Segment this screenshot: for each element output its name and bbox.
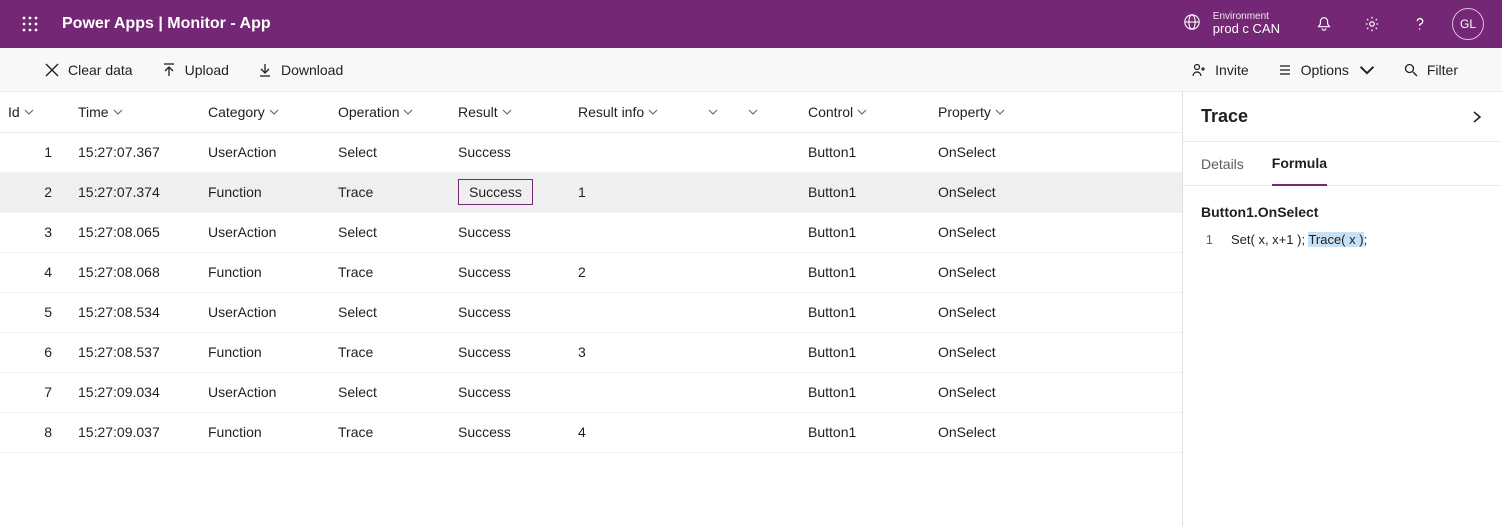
col-extra1[interactable] — [700, 92, 740, 132]
formula-code: 1 Set( x, x+1 ); Trace( x ); — [1201, 232, 1484, 247]
chevron-down-icon — [995, 107, 1005, 117]
col-id[interactable]: Id — [0, 92, 70, 132]
invite-label: Invite — [1215, 62, 1248, 78]
download-label: Download — [281, 62, 343, 78]
chevron-down-icon — [403, 107, 413, 117]
upload-button[interactable]: Upload — [147, 48, 243, 92]
tab-details[interactable]: Details — [1201, 142, 1244, 186]
options-label: Options — [1301, 62, 1349, 78]
gear-icon — [1363, 15, 1381, 33]
waffle-icon — [22, 16, 38, 32]
environment-name: prod c CAN — [1213, 22, 1280, 36]
bell-icon — [1315, 15, 1333, 33]
chevron-down-icon — [708, 107, 718, 117]
download-icon — [257, 62, 273, 78]
chevron-down-icon — [269, 107, 279, 117]
notifications-button[interactable] — [1300, 0, 1348, 48]
chevron-down-icon — [748, 107, 758, 117]
events-grid: Id Time Category Operation Result Result… — [0, 92, 1182, 526]
chevron-down-icon — [648, 107, 658, 117]
environment-label: Environment — [1213, 11, 1280, 22]
close-icon — [44, 62, 60, 78]
chevron-right-icon[interactable] — [1470, 110, 1484, 124]
formula-location: Button1.OnSelect — [1201, 204, 1484, 220]
clear-data-button[interactable]: Clear data — [30, 48, 147, 92]
table-row[interactable]: 415:27:08.068FunctionTraceSuccess2Button… — [0, 252, 1182, 292]
clear-data-label: Clear data — [68, 62, 133, 78]
command-bar: Clear data Upload Download Invite Option… — [0, 48, 1502, 92]
col-property[interactable]: Property — [930, 92, 1182, 132]
chevron-down-icon — [113, 107, 123, 117]
col-time[interactable]: Time — [70, 92, 200, 132]
invite-icon — [1191, 62, 1207, 78]
chevron-down-icon — [857, 107, 867, 117]
col-control[interactable]: Control — [800, 92, 930, 132]
environment-picker[interactable]: Environment prod c CAN — [1183, 11, 1280, 36]
table-row[interactable]: 115:27:07.367UserActionSelectSuccessButt… — [0, 132, 1182, 172]
col-operation[interactable]: Operation — [330, 92, 450, 132]
table-row[interactable]: 715:27:09.034UserActionSelectSuccessButt… — [0, 372, 1182, 412]
column-header-row: Id Time Category Operation Result Result… — [0, 92, 1182, 132]
filter-label: Filter — [1427, 62, 1458, 78]
filter-button[interactable]: Filter — [1389, 48, 1472, 92]
app-launcher-button[interactable] — [10, 16, 50, 32]
table-row[interactable]: 315:27:08.065UserActionSelectSuccessButt… — [0, 212, 1182, 252]
settings-button[interactable] — [1348, 0, 1396, 48]
download-button[interactable]: Download — [243, 48, 357, 92]
col-extra2[interactable] — [740, 92, 800, 132]
table-row[interactable]: 515:27:08.534UserActionSelectSuccessButt… — [0, 292, 1182, 332]
upload-icon — [161, 62, 177, 78]
search-icon — [1403, 62, 1419, 78]
user-avatar[interactable]: GL — [1452, 8, 1484, 40]
col-result[interactable]: Result — [450, 92, 570, 132]
help-button[interactable] — [1396, 0, 1444, 48]
upload-label: Upload — [185, 62, 229, 78]
table-row[interactable]: 215:27:07.374FunctionTraceSuccess1Button… — [0, 172, 1182, 212]
line-number: 1 — [1201, 232, 1213, 247]
app-title: Power Apps | Monitor - App — [62, 15, 271, 33]
details-panel: Trace Details Formula Button1.OnSelect 1… — [1182, 92, 1502, 526]
tab-formula[interactable]: Formula — [1272, 142, 1327, 186]
invite-button[interactable]: Invite — [1177, 48, 1262, 92]
list-icon — [1277, 62, 1293, 78]
chevron-down-icon — [502, 107, 512, 117]
highlighted-trace-call: Trace( x ) — [1308, 232, 1363, 247]
col-category[interactable]: Category — [200, 92, 330, 132]
chevron-down-icon — [1359, 62, 1375, 78]
options-button[interactable]: Options — [1263, 48, 1389, 92]
help-icon — [1411, 15, 1429, 33]
globe-icon — [1183, 13, 1201, 34]
col-resultinfo[interactable]: Result info — [570, 92, 700, 132]
table-row[interactable]: 615:27:08.537FunctionTraceSuccess3Button… — [0, 332, 1182, 372]
chevron-down-icon — [24, 107, 34, 117]
panel-title: Trace — [1201, 106, 1248, 127]
table-row[interactable]: 815:27:09.037FunctionTraceSuccess4Button… — [0, 412, 1182, 452]
app-header: Power Apps | Monitor - App Environment p… — [0, 0, 1502, 48]
